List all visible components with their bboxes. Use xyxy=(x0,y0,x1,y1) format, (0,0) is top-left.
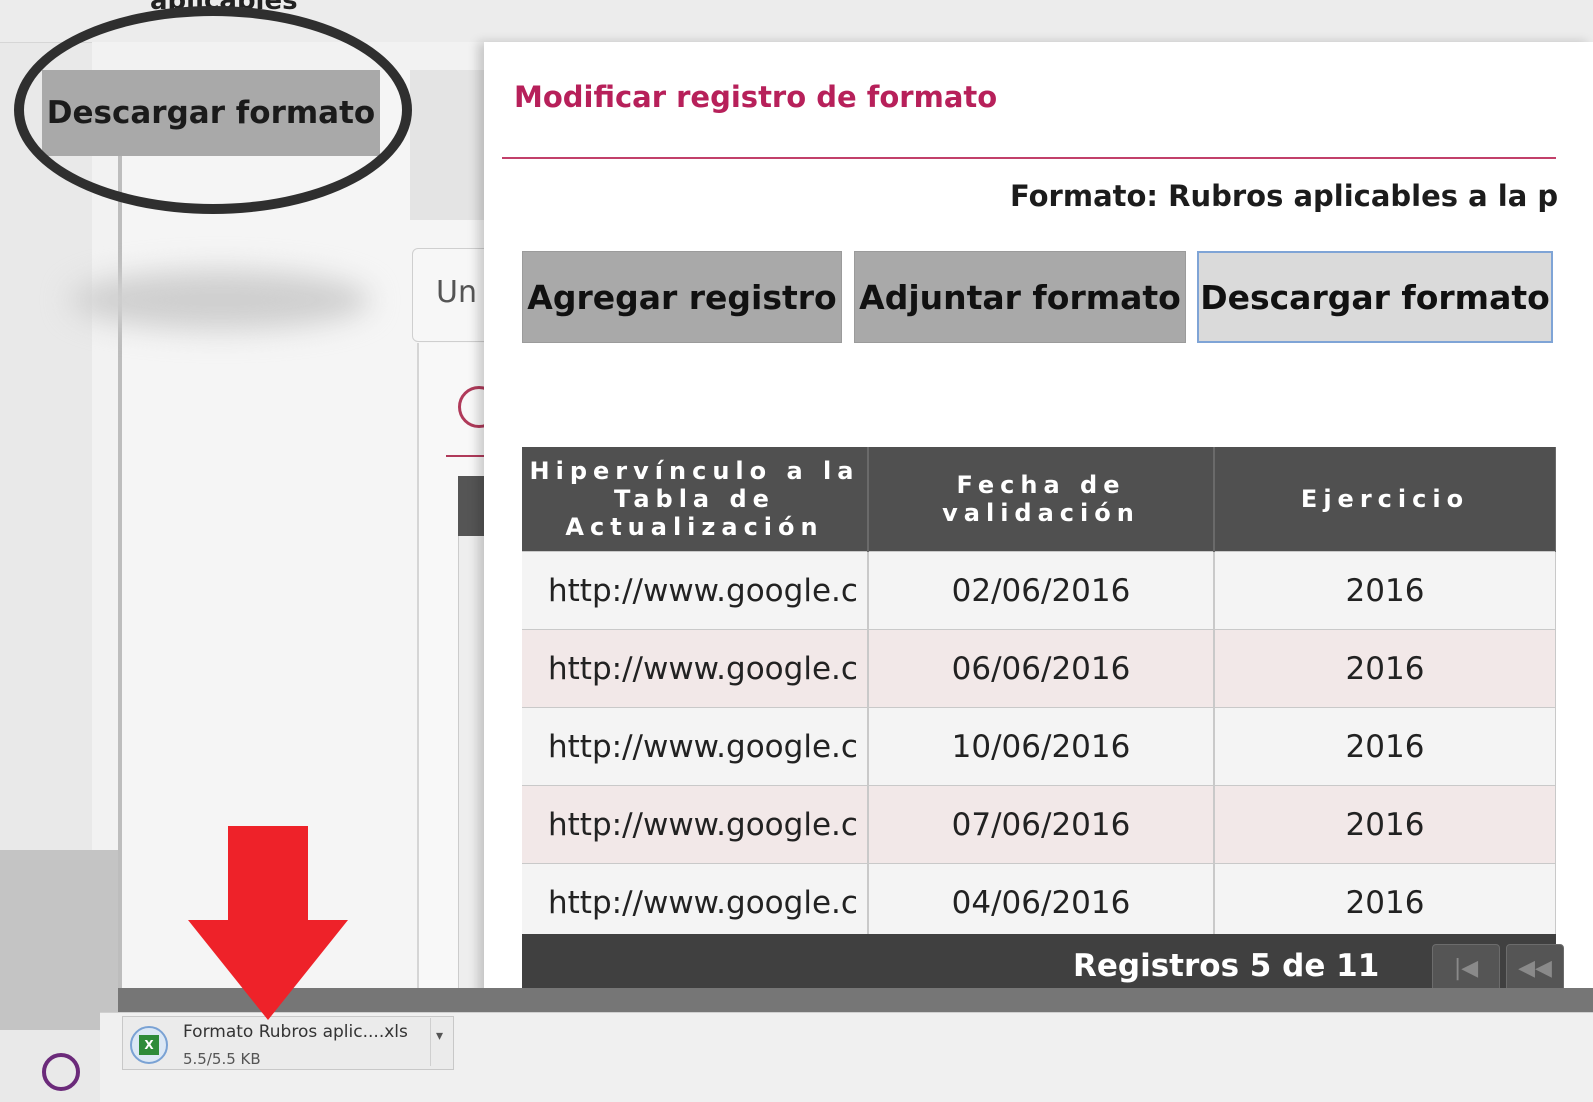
background-header-block xyxy=(410,70,490,220)
cell-ejercicio: 2016 xyxy=(1214,863,1556,941)
background-blur xyxy=(70,270,370,330)
cell-fecha: 10/06/2016 xyxy=(868,707,1215,786)
cell-hipervinculo[interactable]: http://www.google.c xyxy=(522,551,869,630)
cell-fecha: 07/06/2016 xyxy=(868,785,1215,864)
cell-hipervinculo[interactable]: http://www.google.c xyxy=(522,629,869,708)
format-name-label: Formato: Rubros aplicables a la p xyxy=(1010,179,1559,213)
background-tab-label: Un xyxy=(436,275,477,310)
table-row[interactable]: http://www.google.c 07/06/2016 2016 xyxy=(522,785,1556,864)
red-arrow-icon xyxy=(188,826,348,1020)
cell-hipervinculo[interactable]: http://www.google.c xyxy=(522,707,869,786)
cell-hipervinculo[interactable]: http://www.google.c xyxy=(522,785,869,864)
attach-format-button[interactable]: Adjuntar formato xyxy=(854,251,1186,343)
records-table: Hipervínculo a la Tabla de Actualización… xyxy=(522,447,1556,941)
header-hipervinculo[interactable]: Hipervínculo a la Tabla de Actualización xyxy=(522,447,869,552)
cell-ejercicio: 2016 xyxy=(1214,551,1556,630)
table-row[interactable]: http://www.google.c 06/06/2016 2016 xyxy=(522,629,1556,708)
table-header-row: Hipervínculo a la Tabla de Actualización… xyxy=(522,447,1556,552)
download-file-size: 5.5/5.5 KB xyxy=(183,1050,261,1068)
download-format-button[interactable]: Descargar formato xyxy=(1197,251,1553,343)
chevron-down-icon[interactable]: ▾ xyxy=(436,1028,443,1044)
previous-page-button[interactable]: ◀◀ xyxy=(1506,944,1564,992)
highlight-ellipse xyxy=(14,6,412,214)
add-record-button[interactable]: Agregar registro xyxy=(522,251,842,343)
cell-ejercicio: 2016 xyxy=(1214,707,1556,786)
table-row[interactable]: http://www.google.c 04/06/2016 2016 xyxy=(522,863,1556,941)
cell-ejercicio: 2016 xyxy=(1214,629,1556,708)
first-page-button[interactable]: |◀ xyxy=(1432,944,1500,992)
cell-hipervinculo[interactable]: http://www.google.c xyxy=(522,863,869,941)
cell-fecha: 02/06/2016 xyxy=(868,551,1215,630)
background-shadow xyxy=(0,850,118,1030)
purple-ring-icon xyxy=(42,1053,80,1091)
table-row[interactable]: http://www.google.c 10/06/2016 2016 xyxy=(522,707,1556,786)
download-item-separator xyxy=(430,1018,431,1066)
download-file-name[interactable]: Formato Rubros aplic....xls xyxy=(183,1022,408,1042)
records-count: Registros 5 de 11 xyxy=(1073,948,1380,984)
modal-title: Modificar registro de formato xyxy=(514,80,998,114)
records-table-wrapper: Hipervínculo a la Tabla de Actualización… xyxy=(522,447,1556,1002)
table-row[interactable]: http://www.google.c 02/06/2016 2016 xyxy=(522,551,1556,630)
excel-sheet-icon: X xyxy=(139,1035,159,1055)
cell-fecha: 04/06/2016 xyxy=(868,863,1215,941)
modal-title-divider xyxy=(502,157,1556,159)
header-ejercicio[interactable]: Ejercicio xyxy=(1214,447,1556,552)
cell-ejercicio: 2016 xyxy=(1214,785,1556,864)
header-fecha-validacion[interactable]: Fecha de validación xyxy=(868,447,1215,552)
cell-fecha: 06/06/2016 xyxy=(868,629,1215,708)
